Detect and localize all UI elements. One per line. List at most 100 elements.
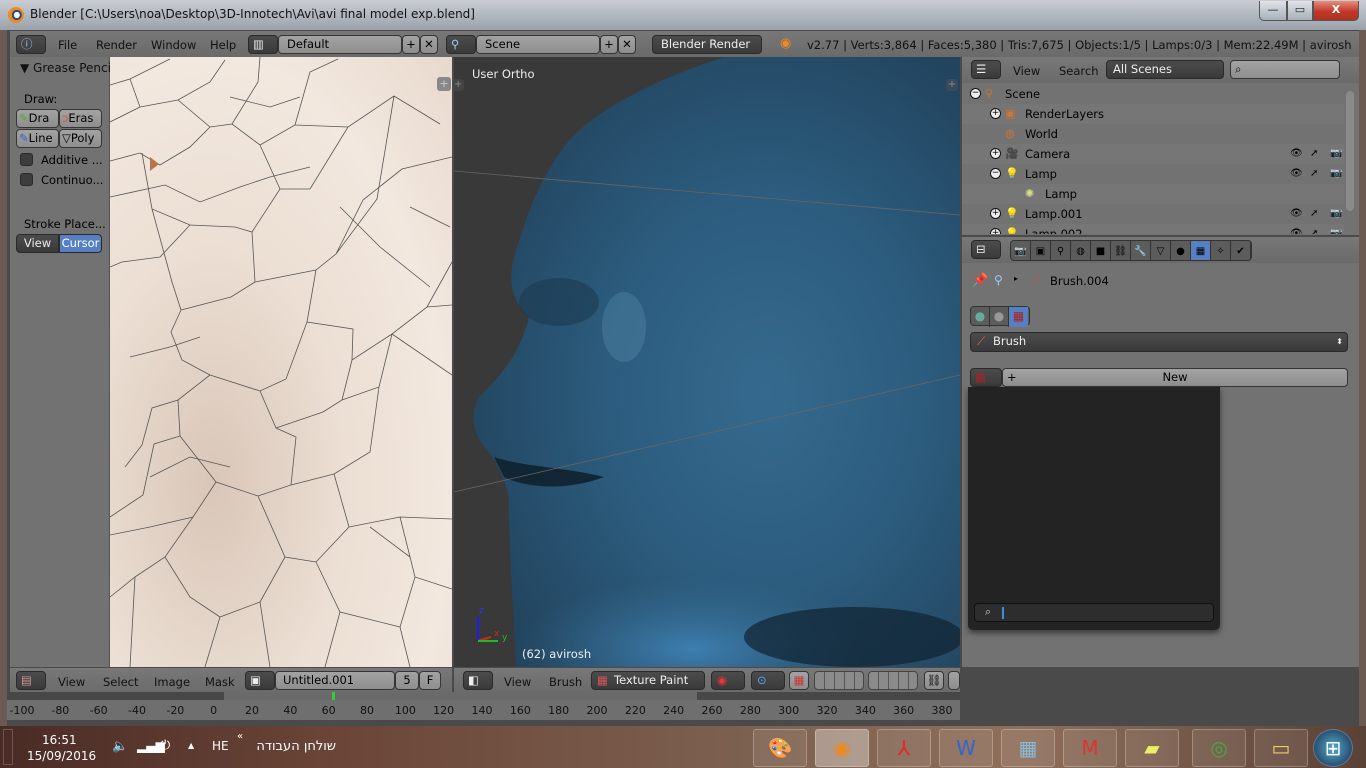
- additive-checkbox[interactable]: [20, 153, 33, 166]
- screen-layout-field[interactable]: Default: [278, 35, 402, 54]
- viewport-menu-brush[interactable]: Brush: [549, 675, 582, 689]
- selectability-cursor-icon[interactable]: ➚: [1310, 164, 1318, 184]
- brush-selector[interactable]: ⟋ Brush ⬍: [970, 332, 1348, 352]
- tab-world[interactable]: ◍: [1071, 241, 1091, 260]
- layers-group-2[interactable]: [868, 671, 918, 690]
- renderability-camera-icon[interactable]: 📷: [1330, 164, 1342, 184]
- taskbar-gmail-button[interactable]: M: [1063, 729, 1117, 767]
- close-button[interactable]: X: [1313, 1, 1359, 21]
- image-users-count[interactable]: 5: [395, 671, 419, 690]
- uv-menu-mask[interactable]: Mask: [205, 675, 235, 689]
- pivot-point-dropdown[interactable]: ⊙: [751, 671, 785, 690]
- taskbar-calculator-button[interactable]: ▦: [1001, 729, 1055, 767]
- display-mode-dropdown[interactable]: All Scenes: [1106, 60, 1224, 79]
- taskbar-blender-button[interactable]: ◉: [815, 729, 869, 767]
- tab-material[interactable]: ●: [1171, 241, 1191, 260]
- brush-texture-tab[interactable]: ▦: [1009, 307, 1028, 327]
- show-hidden-icons-button[interactable]: ▲: [188, 741, 194, 750]
- taskbar-paint-button[interactable]: 🎨: [753, 729, 807, 767]
- outliner-item-name[interactable]: RenderLayers: [1025, 104, 1104, 124]
- world-texture-tab[interactable]: ●: [971, 307, 990, 327]
- visibility-eye-icon[interactable]: 👁: [1290, 144, 1303, 164]
- uv-menu-select[interactable]: Select: [103, 675, 138, 689]
- screen-layout-selector[interactable]: ▥: [248, 35, 278, 54]
- properties-expand-button[interactable]: +: [946, 79, 958, 91]
- renderability-camera-icon[interactable]: 📷: [1330, 144, 1342, 164]
- viewport-shading-dropdown[interactable]: ◉: [711, 671, 745, 690]
- tab-data[interactable]: ▽: [1151, 241, 1171, 260]
- editor-type-outliner-button[interactable]: ☰: [971, 60, 1001, 79]
- menu-render[interactable]: Render: [96, 38, 137, 52]
- new-texture-button[interactable]: + New: [1002, 368, 1348, 387]
- fake-user-button[interactable]: F: [419, 671, 441, 690]
- outliner-item-name[interactable]: World: [1025, 124, 1058, 144]
- pin-icon[interactable]: 📌: [972, 273, 988, 288]
- visibility-eye-icon[interactable]: 👁: [1290, 224, 1303, 234]
- expand-toggle-icon[interactable]: +: [990, 148, 1001, 159]
- current-frame-marker[interactable]: [331, 692, 335, 700]
- delete-scene-button[interactable]: ✕: [618, 35, 636, 54]
- outliner-item-name[interactable]: Lamp: [1025, 164, 1057, 184]
- poly-tool-button[interactable]: ▽Poly: [59, 129, 102, 148]
- outliner-row[interactable]: − ⚲ Scene: [962, 84, 1344, 104]
- outliner-item-name[interactable]: Lamp.002: [1025, 224, 1083, 234]
- menu-help[interactable]: Help: [210, 38, 236, 52]
- toolshelf-expand-button[interactable]: +: [454, 79, 464, 91]
- clock-time[interactable]: 16:51: [42, 733, 77, 747]
- minimize-button[interactable]: —: [1259, 1, 1287, 21]
- selectability-cursor-icon[interactable]: ➚: [1310, 204, 1318, 224]
- taskbar-acrobat-button[interactable]: ⅄: [877, 729, 931, 767]
- power-icon[interactable]: ⏻: [160, 738, 170, 753]
- clock-date[interactable]: 15/09/2016: [27, 749, 96, 763]
- tab-scene[interactable]: ⚲: [1051, 241, 1071, 260]
- tab-render-layers[interactable]: ▣: [1031, 241, 1051, 260]
- 3d-viewport[interactable]: z x y User Ortho (62) avirosh + +: [454, 57, 960, 667]
- occlude-geometry-button[interactable]: ▦: [789, 671, 809, 690]
- expand-toggle-icon[interactable]: −: [970, 88, 981, 99]
- outliner-row[interactable]: − 💡 Lamp 👁 ➚ 📷: [962, 164, 1344, 184]
- line-tool-button[interactable]: ✎Line: [16, 129, 59, 148]
- tab-particles[interactable]: ✧: [1211, 241, 1231, 260]
- lock-layers-button[interactable]: ⛓: [924, 671, 944, 690]
- taskbar-word-button[interactable]: W: [939, 729, 993, 767]
- toolbar-expand-icon[interactable]: «: [237, 731, 243, 742]
- viewport-menu-view[interactable]: View: [504, 675, 531, 689]
- outliner-item-name[interactable]: Lamp: [1045, 184, 1077, 204]
- mode-dropdown[interactable]: ▦ Texture Paint: [591, 671, 705, 690]
- image-browse-button[interactable]: ▣: [245, 671, 275, 690]
- tab-constraints[interactable]: ⛓: [1111, 241, 1131, 260]
- editor-type-properties-button[interactable]: ⊟: [971, 240, 1001, 259]
- outliner-row[interactable]: + 🎥 Camera 👁 ➚ 📷: [962, 144, 1344, 164]
- editor-type-info-button[interactable]: ⓘ: [16, 35, 46, 54]
- editor-type-uv-button[interactable]: ▤: [16, 671, 46, 690]
- tab-render[interactable]: 📷: [1011, 241, 1031, 260]
- outliner-row[interactable]: + 💡 Lamp.002 👁 ➚ 📷: [962, 224, 1344, 234]
- desktop-toolbar-label[interactable]: שולחן העבודה: [254, 739, 336, 754]
- uv-menu-view[interactable]: View: [58, 675, 85, 689]
- outliner-row[interactable]: + 💡 Lamp.001 👁 ➚ 📷: [962, 204, 1344, 224]
- stroke-place-view-button[interactable]: View: [16, 234, 59, 253]
- tab-modifiers[interactable]: 🔧: [1131, 241, 1151, 260]
- region-expand-button[interactable]: +: [437, 77, 451, 91]
- visibility-eye-icon[interactable]: 👁: [1290, 164, 1303, 184]
- editor-type-3d-button[interactable]: ◧: [463, 671, 493, 690]
- renderability-camera-icon[interactable]: 📷: [1330, 224, 1342, 234]
- tab-texture[interactable]: ▦: [1191, 241, 1211, 260]
- selectability-cursor-icon[interactable]: ➚: [1310, 144, 1318, 164]
- texture-browse-button[interactable]: ▦: [970, 368, 1002, 387]
- expand-toggle-icon[interactable]: +: [990, 108, 1001, 119]
- show-desktop-button[interactable]: [3, 729, 13, 765]
- panel-grease-pencil[interactable]: ▼ Grease Pencil: [20, 61, 114, 75]
- outliner-menu-view[interactable]: View: [1013, 64, 1040, 78]
- menu-window[interactable]: Window: [151, 38, 196, 52]
- add-screen-button[interactable]: +: [402, 35, 420, 54]
- stroke-place-cursor-button[interactable]: Cursor: [59, 234, 102, 253]
- taskbar-sticky-notes-button[interactable]: ▰: [1125, 729, 1179, 767]
- visibility-eye-icon[interactable]: 👁: [1290, 204, 1303, 224]
- taskbar-chrome-button[interactable]: ◎: [1192, 729, 1246, 767]
- image-name-field[interactable]: Untitled.001: [275, 671, 395, 690]
- taskbar-start-button[interactable]: ⊞: [1313, 729, 1353, 767]
- outliner-row[interactable]: ◍ World: [962, 124, 1344, 144]
- render-engine-dropdown[interactable]: Blender Render: [652, 35, 762, 54]
- language-indicator[interactable]: HE: [212, 739, 229, 753]
